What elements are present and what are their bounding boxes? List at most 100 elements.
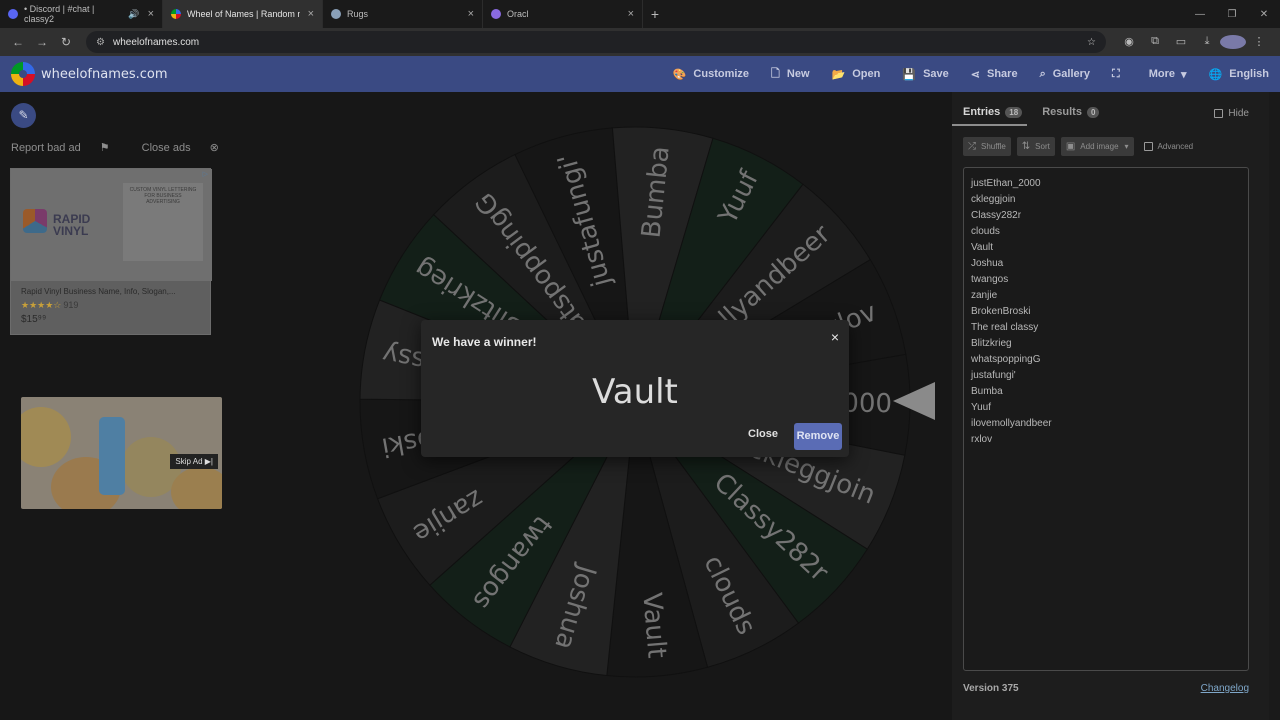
puzzle-icon[interactable]: ⧉ bbox=[1142, 35, 1168, 49]
app-header: wheelofnames.com 🎨 Customize 🗋 New 📂 Open 💾… bbox=[0, 56, 1280, 92]
entry-line[interactable]: justafungi' bbox=[971, 368, 1241, 384]
flag-icon: ⚑ bbox=[99, 142, 110, 154]
close-ads-link[interactable]: Close ads ⊗ bbox=[142, 141, 235, 154]
browser-tab-rugs[interactable]: Rugs × bbox=[323, 0, 483, 28]
entry-line[interactable]: zanjie bbox=[971, 288, 1241, 304]
entry-line[interactable]: rxlov bbox=[971, 432, 1241, 448]
ad-title: Rapid Vinyl Business Name, Info, Slogan,… bbox=[21, 287, 176, 296]
edit-pencil-button[interactable]: ✎ bbox=[11, 103, 36, 128]
save-icon: 💾 bbox=[902, 68, 917, 81]
entry-line[interactable]: Joshua bbox=[971, 256, 1241, 272]
main-menu: 🎨 Customize 🗋 New 📂 Open 💾 Save ⋖ Share ⌕ Gall… bbox=[651, 65, 1269, 84]
ad-rating: ★★★★☆ 919 bbox=[21, 300, 79, 310]
tab-title: • Discord | #chat | classy2 bbox=[24, 4, 95, 24]
reload-icon[interactable]: ↻ bbox=[54, 35, 78, 49]
back-icon[interactable]: ← bbox=[6, 35, 30, 49]
wheel-logo-icon[interactable] bbox=[11, 62, 35, 86]
entry-line[interactable]: justEthan_2000 bbox=[971, 176, 1241, 192]
browser-toolbar: ← → ↻ ⚙ wheelofnames.com ☆ ◉ ⧉ ▭ ⤓ ⋮ bbox=[0, 28, 1280, 56]
hide-checkbox[interactable]: Hide bbox=[1214, 108, 1249, 119]
ad-choices-icon[interactable]: ▷ bbox=[203, 170, 208, 178]
download-icon[interactable]: ⤓ bbox=[1194, 35, 1220, 49]
sort-button[interactable]: ⇅ Sort bbox=[1016, 137, 1055, 156]
gallery-button[interactable]: ⌕ Gallery bbox=[1040, 68, 1090, 81]
entry-line[interactable]: BrokenBroski bbox=[971, 304, 1241, 320]
folder-icon: 📂 bbox=[831, 68, 846, 81]
active-tab-indicator bbox=[952, 124, 1027, 126]
fullscreen-icon: ⛶ bbox=[1112, 67, 1120, 80]
save-button[interactable]: 💾 Save bbox=[902, 68, 948, 81]
browser-tab-oracl[interactable]: Oracl × bbox=[483, 0, 643, 28]
site-info-icon[interactable]: ⚙ bbox=[96, 37, 105, 48]
forward-icon[interactable]: → bbox=[30, 35, 54, 49]
close-icon[interactable]: × bbox=[620, 8, 634, 20]
wheel-favicon-icon bbox=[171, 9, 181, 19]
remove-button[interactable]: Remove bbox=[794, 423, 842, 450]
close-circle-icon: ⊗ bbox=[209, 142, 219, 154]
ad-banner-rapid-vinyl[interactable]: RAPID VINYL CUSTOM VINYL LETTERING FOR B… bbox=[10, 168, 212, 335]
customize-button[interactable]: 🎨 Customize bbox=[673, 68, 749, 81]
entry-line[interactable]: Classy282r bbox=[971, 208, 1241, 224]
tab-entries[interactable]: Entries 18 bbox=[963, 106, 1023, 118]
entry-line[interactable]: ckleggjoin bbox=[971, 192, 1241, 208]
entries-textarea[interactable]: justEthan_2000 ckleggjoin Classy282r clouds… bbox=[963, 167, 1249, 671]
close-icon[interactable]: × bbox=[140, 8, 154, 20]
version-label: Version 375 bbox=[963, 683, 1019, 694]
rapid-vinyl-logo-icon bbox=[23, 209, 47, 233]
tab-results[interactable]: Results 0 bbox=[1042, 106, 1100, 118]
advanced-checkbox[interactable]: Advanced bbox=[1143, 142, 1193, 151]
close-icon[interactable]: × bbox=[460, 8, 474, 20]
open-button[interactable]: 📂 Open bbox=[832, 68, 881, 81]
entry-line[interactable]: The real classy bbox=[971, 320, 1241, 336]
entry-line[interactable]: whatspoppingG bbox=[971, 352, 1241, 368]
changelog-link[interactable]: Changelog bbox=[1201, 683, 1249, 694]
minimize-icon[interactable]: — bbox=[1184, 9, 1216, 20]
entry-line[interactable]: Bumba bbox=[971, 384, 1241, 400]
dialog-title: We have a winner! bbox=[432, 335, 537, 349]
speaker-icon[interactable]: 🔊 bbox=[128, 9, 139, 20]
browser-tab-strip: • Discord | #chat | classy2 🔊 × Wheel of… bbox=[0, 0, 1280, 28]
close-icon[interactable]: × bbox=[300, 8, 314, 20]
browser-tab-discord[interactable]: • Discord | #chat | classy2 🔊 × bbox=[0, 0, 163, 28]
page-scrollbar[interactable] bbox=[1269, 92, 1280, 720]
browser-tab-wheel[interactable]: Wheel of Names | Random nam × bbox=[163, 0, 323, 28]
restore-icon[interactable]: ❐ bbox=[1216, 9, 1248, 20]
add-image-button[interactable]: ▣ Add image ▾ bbox=[1060, 137, 1134, 156]
entry-line[interactable]: clouds bbox=[971, 224, 1241, 240]
new-button[interactable]: 🗋 New bbox=[771, 65, 809, 84]
skip-ad-button[interactable]: Skip Ad ▶| bbox=[170, 454, 218, 469]
entry-line[interactable]: Vault bbox=[971, 240, 1241, 256]
tab-title: Oracl bbox=[507, 9, 529, 19]
van-image: CUSTOM VINYL LETTERING FOR BUSINESS ADVE… bbox=[123, 183, 203, 261]
ad-price: $15⁹⁹ bbox=[21, 314, 47, 325]
entries-count-badge: 18 bbox=[1005, 106, 1023, 118]
window-controls: — ❐ ✕ bbox=[1184, 0, 1280, 28]
language-button[interactable]: 🌐 English bbox=[1209, 68, 1269, 81]
globe-icon: 🌐 bbox=[1208, 68, 1223, 81]
avatar[interactable] bbox=[1220, 35, 1246, 49]
more-button[interactable]: More ▾ bbox=[1149, 68, 1187, 81]
product-image bbox=[99, 417, 125, 495]
shuffle-button[interactable]: ⤮ Shuffle bbox=[963, 137, 1011, 156]
address-bar[interactable]: ⚙ wheelofnames.com ☆ bbox=[86, 31, 1106, 53]
entry-line[interactable]: twangos bbox=[971, 272, 1241, 288]
ad-video-flowers[interactable]: Skip Ad ▶| bbox=[21, 397, 222, 509]
close-button[interactable]: Close bbox=[748, 428, 778, 440]
close-window-icon[interactable]: ✕ bbox=[1248, 9, 1280, 20]
new-tab-button[interactable]: + bbox=[643, 6, 667, 22]
cast-icon[interactable]: ▭ bbox=[1168, 35, 1194, 49]
wheel-pointer-icon bbox=[893, 382, 935, 420]
panel-tabs: Entries 18 Results 0 bbox=[963, 106, 1119, 118]
extension-icon[interactable]: ◉ bbox=[1116, 35, 1142, 49]
entry-line[interactable]: Yuuf bbox=[971, 400, 1241, 416]
tab-title: Rugs bbox=[347, 9, 369, 19]
share-button[interactable]: ⋖ Share bbox=[971, 68, 1018, 81]
report-bad-ad-link[interactable]: Report bad ad ⚑ bbox=[11, 141, 126, 154]
entry-line[interactable]: Blitzkrieg bbox=[971, 336, 1241, 352]
kebab-menu-icon[interactable]: ⋮ bbox=[1246, 35, 1272, 49]
close-icon[interactable]: × bbox=[831, 329, 839, 345]
fullscreen-button[interactable]: ⛶ bbox=[1112, 68, 1127, 81]
entry-line[interactable]: ilovemollyandbeer bbox=[971, 416, 1241, 432]
bookmark-star-icon[interactable]: ☆ bbox=[1087, 37, 1096, 48]
brand-name[interactable]: wheelofnames.com bbox=[41, 67, 168, 82]
